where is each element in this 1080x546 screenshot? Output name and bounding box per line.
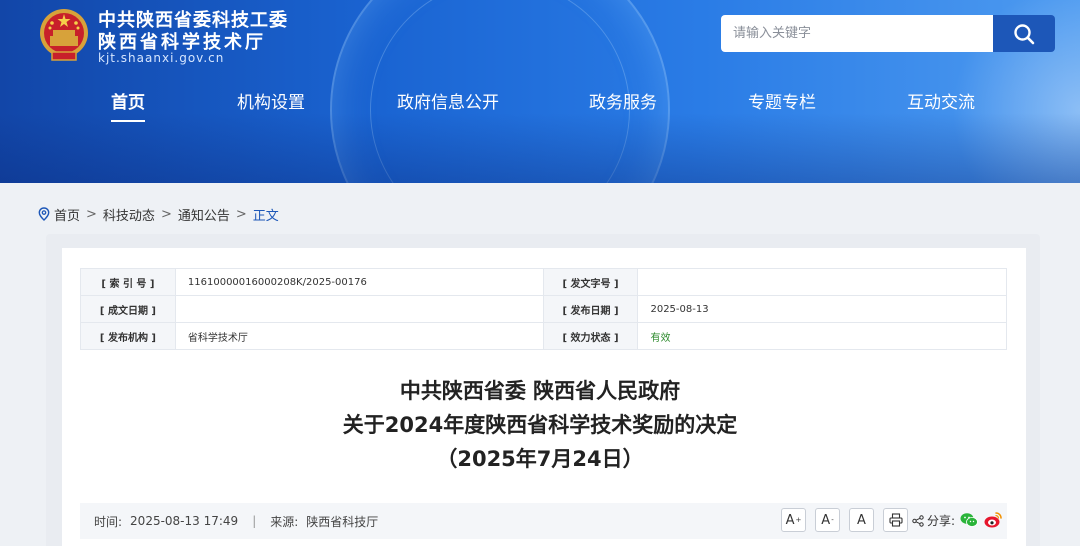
table-row: [ 成文日期 ] [ 发布日期 ] 2025-08-13 — [80, 295, 1007, 323]
index-label: [ 索 引 号 ] — [80, 268, 176, 296]
breadcrumb-separator: > — [160, 206, 172, 222]
nav-item-services[interactable]: 政务服务 — [589, 90, 657, 126]
nav-item-interaction[interactable]: 互动交流 — [907, 90, 975, 126]
font-increase-label: A — [785, 512, 795, 528]
status-value: 有效 — [637, 322, 1007, 350]
publish-date-label: [ 发布日期 ] — [542, 295, 639, 323]
font-reset-label: A — [857, 512, 866, 528]
search-button[interactable] — [993, 15, 1055, 52]
font-size-decrease-button[interactable]: A- — [815, 508, 840, 532]
breadcrumb-notices[interactable]: 通知公告 — [178, 205, 230, 224]
index-value: 11610000016000208K/2025-00176 — [174, 268, 544, 296]
share-section: 分享: — [912, 512, 955, 529]
site-domain: kjt.shaanxi.gov.cn — [98, 51, 225, 65]
search-icon — [1014, 23, 1035, 44]
share-label: 分享: — [927, 514, 956, 528]
main-nav: 首页 机构设置 政府信息公开 政务服务 专题专栏 互动交流 — [0, 90, 1080, 130]
breadcrumb-home[interactable]: 首页 — [54, 205, 80, 224]
breadcrumb-separator: > — [86, 206, 97, 222]
source-value: 陕西省科技厅 — [306, 514, 379, 529]
table-row: [ 发布机构 ] 省科学技术厅 [ 效力状态 ] 有效 — [80, 322, 1007, 350]
time-label: 时间: — [94, 514, 123, 529]
header-banner: 中共陕西省委科技工委 陕西省科学技术厅 kjt.shaanxi.gov.cn 首… — [0, 0, 1080, 183]
font-decrease-label: A — [821, 512, 831, 528]
font-size-increase-button[interactable]: A + — [781, 508, 806, 532]
doc-no-value — [637, 268, 1007, 296]
source-label: 来源: — [270, 514, 299, 529]
table-row: [ 索 引 号 ] 11610000016000208K/2025-00176 … — [80, 268, 1007, 296]
nav-item-topics[interactable]: 专题专栏 — [748, 90, 816, 126]
weibo-share-icon[interactable] — [983, 510, 1003, 530]
issuer-label: [ 发布机构 ] — [80, 322, 176, 350]
search-input[interactable] — [721, 15, 993, 52]
print-button[interactable] — [883, 508, 908, 532]
document-date: （2025年7月24日） — [436, 447, 644, 471]
publish-date-value: 2025-08-13 — [637, 295, 1007, 323]
document-meta-table: [ 索 引 号 ] 11610000016000208K/2025-00176 … — [80, 268, 1007, 350]
nav-item-home[interactable]: 首页 — [111, 90, 145, 126]
font-size-reset-button[interactable]: A — [849, 508, 874, 532]
nav-item-organization[interactable]: 机构设置 — [237, 90, 305, 126]
share-icon — [912, 514, 924, 527]
doc-no-label: [ 发文字号 ] — [542, 268, 639, 296]
national-emblem-icon — [40, 9, 88, 61]
nav-item-gov-info[interactable]: 政府信息公开 — [397, 90, 499, 126]
location-pin-icon — [38, 207, 50, 221]
breadcrumb: 首页 > 科技动态 > 通知公告 > 正文 — [38, 205, 279, 224]
breadcrumb-tech-news[interactable]: 科技动态 — [103, 205, 155, 224]
info-divider: | — [252, 514, 257, 528]
status-label: [ 效力状态 ] — [542, 322, 639, 350]
printer-icon — [888, 513, 903, 527]
created-date-value — [174, 295, 544, 323]
breadcrumb-current: 正文 — [252, 208, 279, 224]
document-title-line2: 关于2024年度陕西省科学技术奖励的决定 — [342, 413, 738, 437]
wechat-share-icon[interactable] — [959, 510, 979, 530]
publish-time: 2025-08-13 17:49 — [130, 514, 239, 528]
breadcrumb-separator: > — [235, 206, 247, 222]
document-title-line1: 中共陕西省委 陕西省人民政府 — [399, 379, 681, 403]
issuer-value: 省科学技术厅 — [174, 322, 544, 350]
created-date-label: [ 成文日期 ] — [80, 295, 176, 323]
